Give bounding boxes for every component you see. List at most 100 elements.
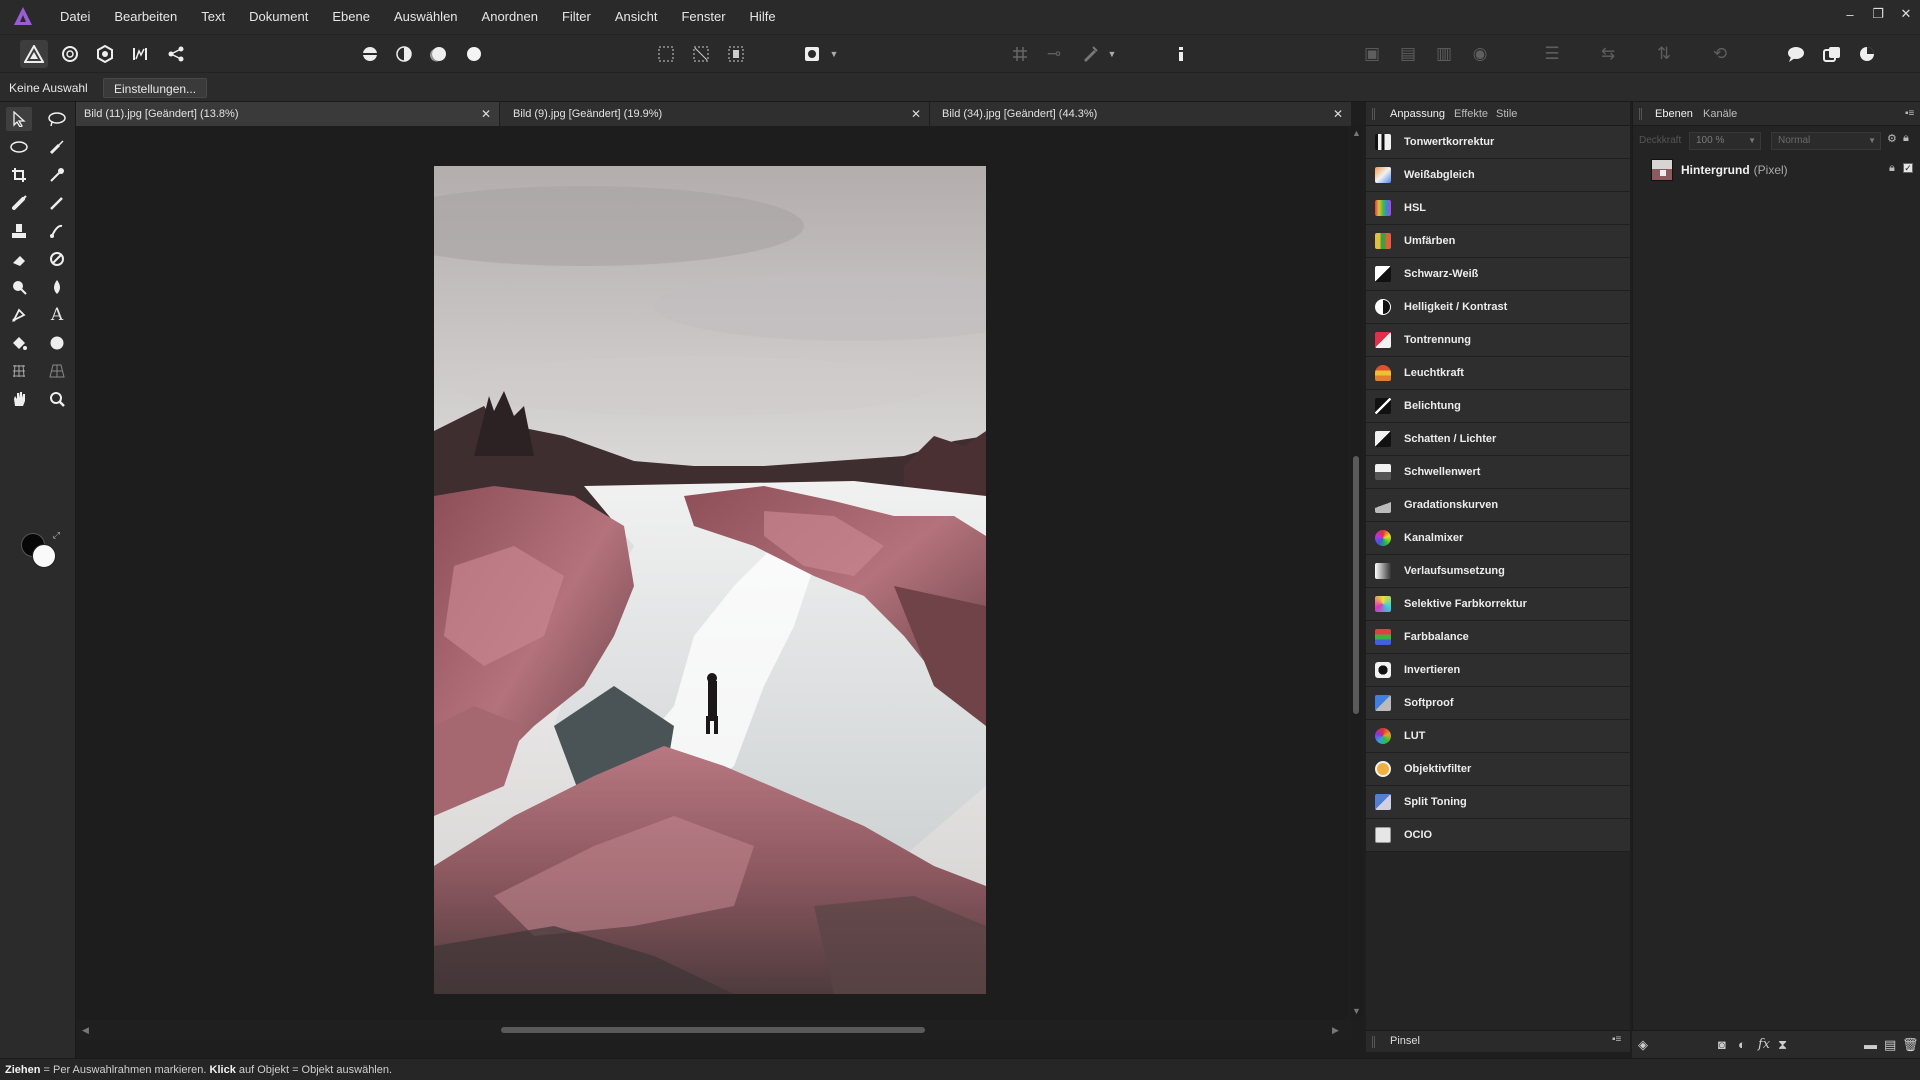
inpainting-brush-tool-icon[interactable] [44,247,70,271]
horizontal-scroll-thumb[interactable] [501,1027,925,1033]
studio-speech-icon[interactable] [1782,40,1810,68]
info-icon[interactable] [1167,40,1195,68]
arrange-front-icon[interactable]: ◉ [1466,40,1494,68]
scroll-right-icon[interactable]: ▶ [1332,1025,1339,1036]
text-tool-icon[interactable]: A [44,303,70,327]
invert-selection-icon[interactable] [722,40,750,68]
rotate-icon[interactable]: ⟲ [1706,40,1734,68]
adjustment-item[interactable]: Kanalmixer [1366,522,1630,555]
auto-colour-icon[interactable] [425,40,453,68]
canvas[interactable] [76,126,1348,1020]
layer-visibility-checkbox[interactable]: ✓ [1903,163,1913,173]
blur-brush-tool-icon[interactable] [44,275,70,299]
develop-persona-icon[interactable] [91,40,119,68]
scroll-down-icon[interactable]: ▼ [1352,1006,1361,1016]
delete-layer-icon[interactable]: 🗑︎ [1902,1037,1919,1053]
mesh-warp-tool-icon[interactable] [6,359,32,383]
vertical-scrollbar[interactable]: ▲ ▼ [1350,126,1362,1020]
secondary-colour-swatch[interactable] [32,544,56,568]
menu-filter[interactable]: Filter [550,0,603,34]
tab-stile[interactable]: Stile [1496,102,1517,126]
scroll-left-icon[interactable]: ◀ [82,1025,89,1036]
crop-tool-icon[interactable] [6,163,32,187]
adjustment-item[interactable]: Verlaufsumsetzung [1366,555,1630,588]
minimize-button[interactable]: – [1836,0,1864,28]
adjustment-item[interactable]: Selektive Farbkorrektur [1366,588,1630,621]
menu-fenster[interactable]: Fenster [669,0,737,34]
close-tab-icon[interactable]: ✕ [911,102,921,126]
tab-ebenen[interactable]: Ebenen [1655,102,1693,126]
layer-row-hintergrund[interactable]: Hintergrund (Pixel) 🔒︎ ✓ [1651,156,1913,184]
adjustment-item[interactable]: Farbbalance [1366,621,1630,654]
selection-brush-tool-icon[interactable] [44,135,70,159]
gear-icon[interactable]: ⚙ [1887,132,1897,145]
document-tab-bild-9[interactable]: Bild (9).jpg [Geändert] (19.9%) ✕ [505,102,930,126]
view-tool-icon[interactable] [6,387,32,411]
menu-ansicht[interactable]: Ansicht [603,0,670,34]
menu-text[interactable]: Text [189,0,237,34]
marquee-tool-icon[interactable] [6,135,32,159]
liquify-persona-icon[interactable] [56,40,84,68]
layer-lock-icon[interactable]: 🔒︎ [1889,162,1895,175]
opacity-dropdown[interactable]: 100 % ▼ [1689,132,1761,150]
adjustment-item[interactable]: LUT [1366,720,1630,753]
adjustment-item[interactable]: Tonwertkorrektur [1366,126,1630,159]
adjustment-item[interactable]: Belichtung [1366,390,1630,423]
add-pixel-layer-icon[interactable]: ▤ [1884,1037,1896,1053]
close-window-button[interactable]: ✕ [1892,0,1920,28]
paint-brush-tool-icon[interactable] [6,191,32,215]
export-persona-icon[interactable] [162,40,190,68]
photo-persona-icon[interactable] [20,40,48,68]
adjustment-layer-icon[interactable]: ◐ [1738,1037,1746,1052]
vertical-scroll-thumb[interactable] [1353,456,1359,714]
menu-ebene[interactable]: Ebene [320,0,382,34]
flip-horizontal-icon[interactable]: ⇆ [1594,40,1622,68]
document-tab-bild-11[interactable]: Bild (11).jpg [Geändert] (13.8%) ✕ [76,102,500,126]
deselect-icon[interactable] [687,40,715,68]
dodge-brush-tool-icon[interactable] [6,275,32,299]
shape-tool-icon[interactable] [44,331,70,355]
panel-grip-icon[interactable] [1639,108,1642,120]
auto-white-balance-icon[interactable] [460,40,488,68]
adjustment-item[interactable]: Softproof [1366,687,1630,720]
menu-hilfe[interactable]: Hilfe [738,0,788,34]
arrange-back-icon[interactable]: ▣ [1358,40,1386,68]
studio-colour-icon[interactable] [1853,40,1881,68]
snapping-options-icon[interactable]: ⊸ [1040,40,1068,68]
adjustment-item[interactable]: Split Toning [1366,786,1630,819]
restore-button[interactable]: ❐ [1864,0,1892,28]
freehand-selection-tool-icon[interactable] [44,107,70,131]
tab-effekte[interactable]: Effekte [1454,102,1488,126]
tone-mapping-persona-icon[interactable] [126,40,154,68]
pixel-brush-tool-icon[interactable] [44,191,70,215]
menu-auswaehlen[interactable]: Auswählen [382,0,470,34]
adjustment-item[interactable]: OCIO [1366,819,1630,852]
fx-icon[interactable]: fx [1758,1037,1770,1052]
add-group-icon[interactable]: ▬ [1864,1037,1877,1052]
zoom-tool-icon[interactable] [44,387,70,411]
panel-grip-icon[interactable] [1372,108,1375,120]
adjustment-item[interactable]: Helligkeit / Kontrast [1366,291,1630,324]
adjustment-item[interactable]: Umfärben [1366,225,1630,258]
quick-mask-icon[interactable] [798,40,826,68]
adjustment-item[interactable]: Schatten / Lichter [1366,423,1630,456]
colour-picker-tool-icon[interactable] [44,163,70,187]
assistant-icon[interactable] [1076,40,1104,68]
adjustment-item[interactable]: Leuchtkraft [1366,357,1630,390]
tab-anpassung[interactable]: Anpassung [1390,102,1445,126]
arrange-backward-icon[interactable]: ▤ [1394,40,1422,68]
perspective-tool-icon[interactable] [44,359,70,383]
erase-brush-tool-icon[interactable] [6,247,32,271]
align-icon[interactable]: ☰ [1538,40,1566,68]
adjustment-item[interactable]: HSL [1366,192,1630,225]
move-tool-icon[interactable] [6,107,32,131]
settings-button[interactable]: Einstellungen... [103,78,208,98]
tab-kanaele[interactable]: Kanäle [1703,102,1737,126]
assistant-dropdown-icon[interactable]: ▼ [1106,40,1118,68]
adjustment-item[interactable]: Schwellenwert [1366,456,1630,489]
close-tab-icon[interactable]: ✕ [1333,102,1343,126]
healing-brush-tool-icon[interactable] [44,219,70,243]
arrange-forward-icon[interactable]: ▥ [1430,40,1458,68]
menu-bearbeiten[interactable]: Bearbeiten [102,0,189,34]
panel-menu-icon[interactable]: ▪≡ [1905,102,1914,126]
